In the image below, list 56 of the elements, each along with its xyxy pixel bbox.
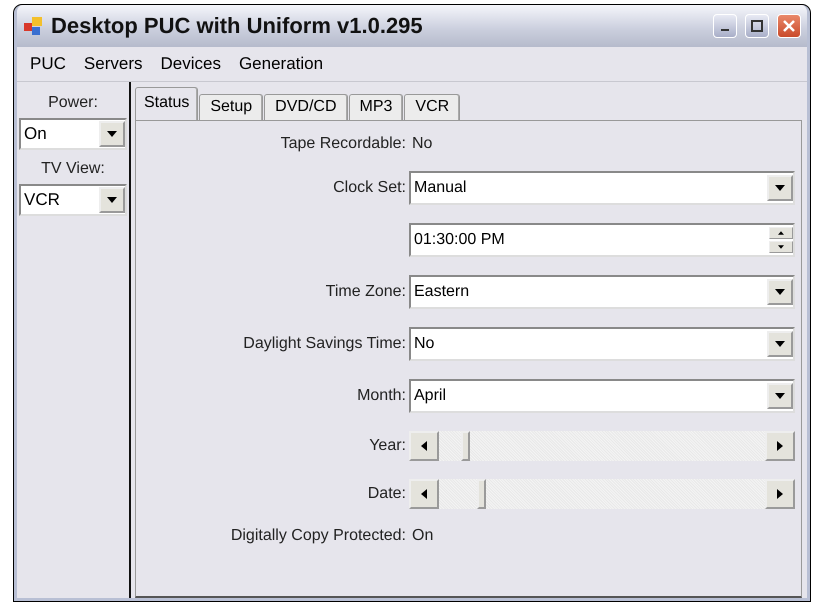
slider-thumb[interactable] [461, 431, 470, 461]
field-label: Month: [357, 387, 406, 405]
dropdown-arrow-icon [775, 185, 785, 191]
field-label: Clock Set: [333, 179, 406, 197]
minimize-icon [721, 29, 729, 31]
right-arrow-button[interactable] [765, 479, 795, 509]
tab[interactable]: Setup [199, 94, 264, 120]
dropdown-arrow-icon [775, 289, 785, 295]
dropdown[interactable]: Eastern [409, 275, 795, 309]
left-arrow-button[interactable] [409, 479, 439, 509]
tab[interactable]: VCR [404, 94, 460, 120]
dropdown[interactable]: No [409, 327, 795, 361]
field-value: On [411, 527, 434, 545]
dropdown-arrow-icon [107, 197, 117, 203]
menu-item[interactable]: Generation [232, 52, 330, 76]
field-label: Digitally Copy Protected: [230, 527, 406, 545]
dropdown-arrow-icon [107, 131, 117, 137]
close-icon [783, 20, 795, 32]
close-button[interactable] [777, 14, 801, 38]
dropdown[interactable]: VCR [19, 184, 127, 216]
maximize-icon [751, 20, 763, 32]
dropdown[interactable]: On [19, 118, 127, 150]
dropdown[interactable]: April [409, 379, 795, 413]
tab[interactable]: Status [135, 87, 198, 120]
menu-item[interactable]: PUC [23, 52, 73, 76]
app-icon [23, 16, 43, 36]
right-arrow-icon [777, 441, 783, 451]
time-spinner[interactable]: 01:30:00 PM [409, 223, 795, 257]
field-label: Time Zone: [326, 283, 406, 301]
window-title: Desktop PUC with Uniform v1.0.295 [51, 13, 424, 39]
spin-down-button[interactable] [769, 241, 793, 253]
right-arrow-button[interactable] [765, 431, 795, 461]
menu-item[interactable]: Servers [76, 52, 150, 76]
minimize-button[interactable] [713, 14, 737, 38]
tab[interactable]: DVD/CD [264, 94, 348, 120]
down-arrow-icon [778, 245, 784, 249]
field-label: TV View: [41, 160, 105, 178]
dropdown-arrow-icon [775, 393, 785, 399]
field-label: Daylight Savings Time: [243, 335, 406, 353]
slider-thumb[interactable] [477, 479, 486, 509]
left-arrow-icon [421, 441, 427, 451]
spin-up-button[interactable] [769, 227, 793, 239]
field-value: No [411, 135, 434, 153]
field-label: Power: [48, 94, 98, 112]
right-arrow-icon [777, 489, 783, 499]
field-label: Tape Recordable: [280, 135, 406, 153]
left-arrow-icon [421, 489, 427, 499]
field-label: Date: [368, 485, 406, 503]
dropdown-arrow-icon [775, 341, 785, 347]
left-arrow-button[interactable] [409, 431, 439, 461]
up-arrow-icon [778, 231, 784, 235]
tab[interactable]: MP3 [348, 94, 404, 120]
maximize-button[interactable] [745, 14, 769, 38]
field-label: Year: [369, 437, 406, 455]
dropdown[interactable]: Manual [409, 171, 795, 205]
menu-item[interactable]: Devices [153, 52, 228, 76]
